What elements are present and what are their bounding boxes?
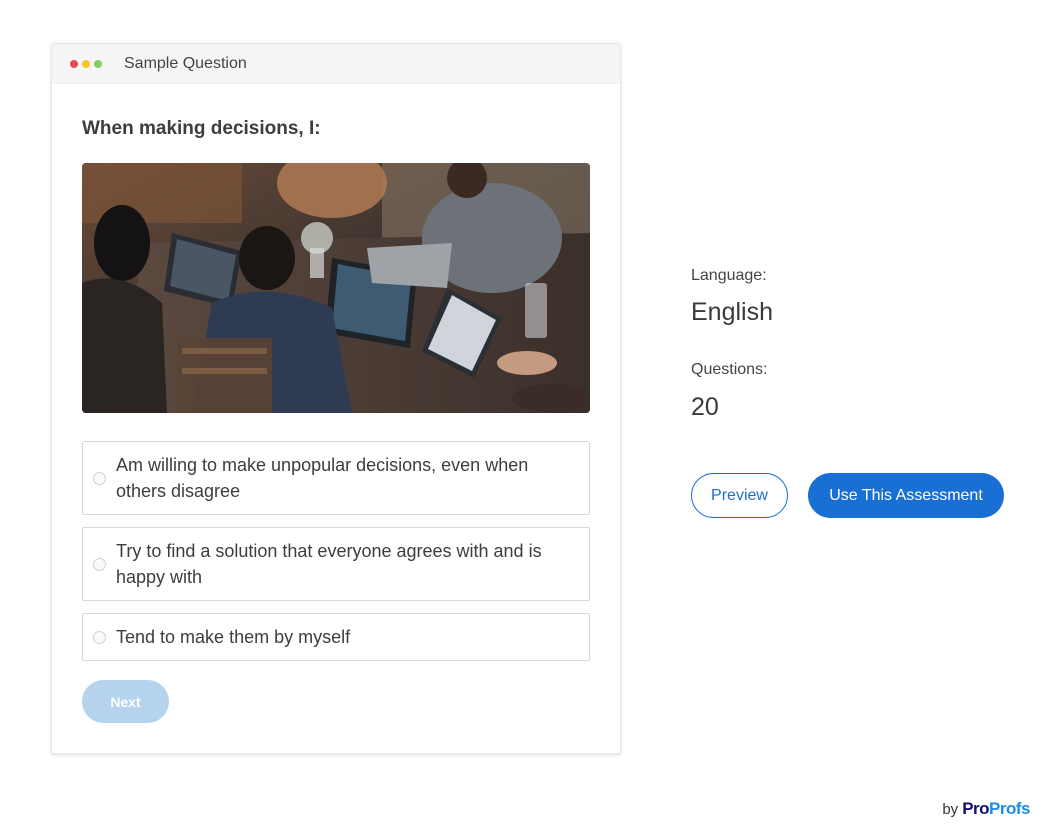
answer-option-3[interactable]: Tend to make them by myself [82, 613, 590, 661]
brand-by-text: by [942, 801, 959, 818]
answer-option-1[interactable]: Am willing to make unpopular decisions, … [82, 441, 590, 515]
proprofs-logo: ProProfs [962, 799, 1030, 819]
answer-option-label: Try to find a solution that everyone agr… [116, 541, 542, 587]
language-value: English [691, 298, 773, 326]
preview-button[interactable]: Preview [691, 473, 788, 518]
language-label: Language: [691, 267, 767, 284]
window-dots [70, 59, 102, 68]
proprofs-branding[interactable]: by ProProfs [942, 799, 1030, 819]
use-assessment-button[interactable]: Use This Assessment [808, 473, 1004, 518]
question-image [82, 163, 590, 413]
next-button[interactable]: Next [82, 680, 169, 723]
sample-question-card: Sample Question When making decisions, I… [51, 43, 621, 754]
logo-pro: Pro [962, 799, 990, 818]
radio-button[interactable] [93, 630, 106, 644]
answer-option-label: Tend to make them by myself [116, 627, 351, 647]
window-dot-yellow [82, 59, 90, 68]
radio-button[interactable] [93, 557, 106, 571]
question-text: When making decisions, I: [82, 118, 321, 139]
radio-button[interactable] [93, 471, 106, 485]
questions-value: 20 [691, 393, 719, 421]
card-title: Sample Question [124, 54, 247, 72]
window-dot-red [70, 59, 78, 68]
answer-option-2[interactable]: Try to find a solution that everyone agr… [82, 527, 590, 601]
questions-label: Questions: [691, 361, 768, 378]
answer-option-label: Am willing to make unpopular decisions, … [116, 455, 529, 501]
office-team-photo [82, 163, 590, 413]
logo-profs: Profs [989, 799, 1030, 818]
card-header: Sample Question [52, 44, 620, 84]
window-dot-green [94, 59, 102, 68]
